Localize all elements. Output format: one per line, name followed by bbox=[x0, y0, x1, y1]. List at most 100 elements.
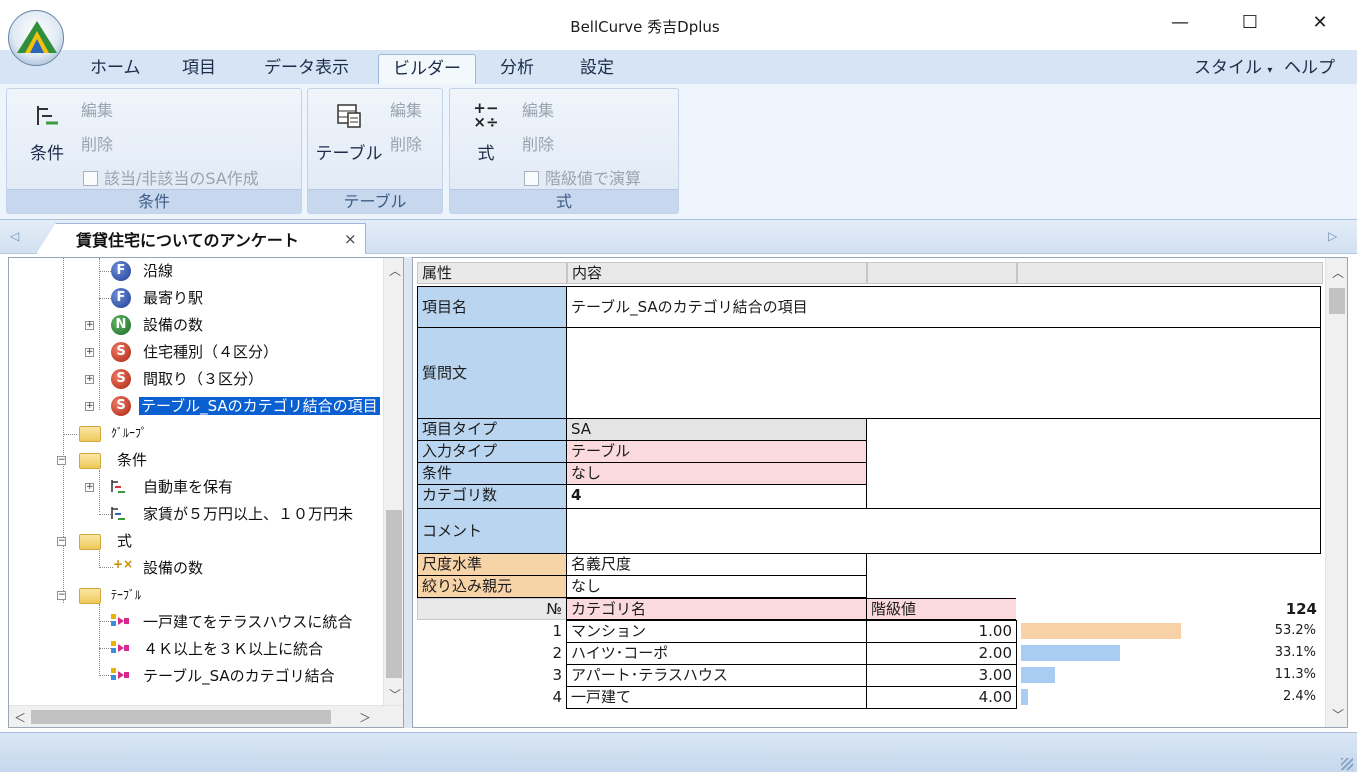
collapse-toggle[interactable]: − bbox=[57, 537, 66, 546]
maximize-button[interactable]: ☐ bbox=[1230, 8, 1270, 38]
scroll-down-arrow-icon[interactable]: ﹀ bbox=[1332, 706, 1344, 723]
category-class-value[interactable]: 3.00 bbox=[866, 664, 1017, 687]
scroll-right-arrow-icon[interactable]: ＞ bbox=[359, 709, 371, 726]
category-no: 1 bbox=[417, 620, 567, 643]
table-button[interactable]: テーブル bbox=[312, 101, 386, 164]
item-tree[interactable]: F 沿線 F 最寄り駅 + N 設備の数 + S 住宅種別（４区分） + S 間… bbox=[8, 257, 404, 728]
app-logo-icon[interactable] bbox=[8, 10, 64, 66]
free-answer-icon: F bbox=[111, 288, 131, 308]
document-tab-close-icon[interactable]: × bbox=[344, 230, 357, 248]
tree-horizontal-scrollbar[interactable]: ＜ ＞ bbox=[9, 705, 403, 727]
tree-folder[interactable]: ﾃｰﾌﾞﾙ bbox=[111, 583, 141, 607]
tree-item[interactable]: ４Ｋ以上を３Ｋ以上に統合 bbox=[143, 637, 323, 661]
free-answer-icon: F bbox=[111, 261, 131, 281]
condition-value[interactable]: なし bbox=[566, 462, 867, 485]
expand-toggle[interactable]: + bbox=[85, 348, 94, 357]
tree-item[interactable]: 設備の数 bbox=[143, 556, 203, 580]
formula-delete-button[interactable]: 削除 bbox=[522, 131, 554, 155]
tree-folder[interactable]: 式 bbox=[117, 529, 132, 553]
expand-toggle[interactable]: + bbox=[85, 321, 94, 330]
category-no: 4 bbox=[417, 686, 567, 709]
tree-folder[interactable]: ｸﾞﾙｰﾌﾟ bbox=[111, 421, 147, 445]
question-value[interactable] bbox=[566, 327, 1321, 419]
category-name[interactable]: ハイツ･コーポ bbox=[566, 642, 867, 665]
tab-builder[interactable]: ビルダー bbox=[378, 54, 476, 84]
tree-item[interactable]: テーブル_SAのカテゴリ結合 bbox=[143, 664, 335, 688]
formula-edit-button[interactable]: 編集 bbox=[522, 97, 554, 121]
strip-right-arrow-icon[interactable]: ▷ bbox=[1328, 229, 1337, 243]
category-class-value[interactable]: 4.00 bbox=[866, 686, 1017, 709]
minimize-button[interactable]: — bbox=[1160, 8, 1200, 38]
tree-item[interactable]: 自動車を保有 bbox=[143, 475, 233, 499]
tab-settings[interactable]: 設定 bbox=[566, 54, 628, 84]
scroll-up-arrow-icon[interactable]: ︿ bbox=[1332, 264, 1344, 281]
category-name[interactable]: マンション bbox=[566, 620, 867, 643]
scroll-down-arrow-icon[interactable]: ﹀ bbox=[389, 686, 401, 703]
item-name-label: 項目名 bbox=[417, 286, 567, 328]
tree-folder[interactable]: 条件 bbox=[117, 448, 147, 472]
comment-value[interactable] bbox=[566, 508, 1321, 554]
folder-open-icon bbox=[79, 453, 101, 469]
close-button[interactable]: ✕ bbox=[1300, 8, 1340, 38]
grid-vertical-scroll-thumb[interactable] bbox=[1329, 288, 1345, 314]
condition-icon bbox=[109, 477, 127, 495]
item-name-value[interactable]: テーブル_SAのカテゴリ結合の項目 bbox=[566, 286, 1321, 328]
expand-toggle[interactable]: + bbox=[85, 375, 94, 384]
tree-item[interactable]: 一戸建てをテラスハウスに統合 bbox=[143, 610, 352, 634]
help-menu[interactable]: ヘルプ ▾ bbox=[1270, 54, 1357, 104]
category-name[interactable]: 一戸建て bbox=[566, 686, 867, 709]
category-name[interactable]: アパート･テラスハウス bbox=[566, 664, 867, 687]
table-edit-button[interactable]: 編集 bbox=[390, 97, 422, 121]
table-delete-button[interactable]: 削除 bbox=[390, 131, 422, 155]
strip-left-arrow-icon[interactable]: ◁ bbox=[10, 229, 19, 243]
category-percentage: 33.1% bbox=[1274, 645, 1316, 660]
scale-value[interactable]: 名義尺度 bbox=[566, 553, 867, 576]
tree-item[interactable]: 沿線 bbox=[143, 259, 173, 283]
condition-edit-button[interactable]: 編集 bbox=[81, 97, 113, 121]
folder-open-icon bbox=[79, 588, 101, 604]
tree-horizontal-scroll-thumb[interactable] bbox=[31, 710, 331, 724]
input-type-value[interactable]: テーブル bbox=[566, 440, 867, 463]
tab-data-view[interactable]: データ表示 bbox=[250, 54, 363, 84]
table-group: テーブル 編集 削除 テーブル bbox=[307, 88, 443, 214]
table-combine-icon bbox=[109, 666, 131, 684]
expand-toggle[interactable]: + bbox=[85, 402, 94, 411]
tree-guide bbox=[63, 434, 77, 435]
formula-button[interactable]: +− ×÷ 式 bbox=[458, 101, 514, 165]
tree-guide bbox=[99, 470, 100, 512]
collapse-toggle[interactable]: − bbox=[57, 456, 66, 465]
tab-items[interactable]: 項目 bbox=[168, 54, 230, 84]
folder-open-icon bbox=[79, 534, 101, 550]
expand-toggle[interactable]: + bbox=[85, 483, 94, 492]
tree-guide bbox=[99, 551, 100, 566]
tree-item[interactable]: 最寄り駅 bbox=[143, 286, 203, 310]
scroll-up-arrow-icon[interactable]: ︿ bbox=[389, 262, 401, 279]
resize-grip-icon[interactable] bbox=[1341, 758, 1353, 770]
collapse-toggle[interactable]: − bbox=[57, 591, 66, 600]
ribbon-panel: 条件 編集 削除 該当/非該当のSA作成 条件 テーブル 編集 削除 テーブル bbox=[0, 84, 1357, 220]
tree-vertical-scrollbar[interactable]: ︿ ﹀ bbox=[383, 258, 403, 706]
condition-group-label: 条件 bbox=[7, 189, 301, 213]
tree-item-selected[interactable]: テーブル_SAのカテゴリ結合の項目 bbox=[138, 394, 381, 418]
category-class-value[interactable]: 1.00 bbox=[866, 620, 1017, 643]
tab-home[interactable]: ホーム bbox=[76, 54, 155, 84]
tree-item[interactable]: 住宅種別（４区分） bbox=[143, 340, 278, 364]
tree-vertical-scroll-thumb[interactable] bbox=[386, 510, 402, 678]
tree-item[interactable]: 設備の数 bbox=[143, 313, 203, 337]
category-percentage: 11.3% bbox=[1274, 667, 1316, 682]
sa-create-checkbox[interactable]: 該当/非該当のSA作成 bbox=[83, 165, 259, 189]
category-class-value[interactable]: 2.00 bbox=[866, 642, 1017, 665]
tree-item[interactable]: 家賃が５万円以上、１０万円未 bbox=[143, 502, 353, 526]
condition-delete-button[interactable]: 削除 bbox=[81, 131, 113, 155]
pane-splitter[interactable] bbox=[404, 257, 412, 728]
filter-parent-label: 絞り込み親元 bbox=[417, 575, 567, 598]
condition-button[interactable]: 条件 bbox=[17, 101, 77, 164]
class-value-checkbox[interactable]: 階級値で演算 bbox=[524, 165, 641, 189]
status-bar bbox=[0, 732, 1357, 772]
input-type-label: 入力タイプ bbox=[417, 440, 567, 463]
tree-item[interactable]: 間取り（３区分） bbox=[143, 367, 263, 391]
category-percentage: 53.2% bbox=[1274, 623, 1316, 638]
scroll-left-arrow-icon[interactable]: ＜ bbox=[14, 709, 26, 726]
grid-vertical-scrollbar[interactable]: ︿ ﹀ bbox=[1325, 258, 1347, 727]
tab-analysis[interactable]: 分析 bbox=[486, 54, 548, 84]
